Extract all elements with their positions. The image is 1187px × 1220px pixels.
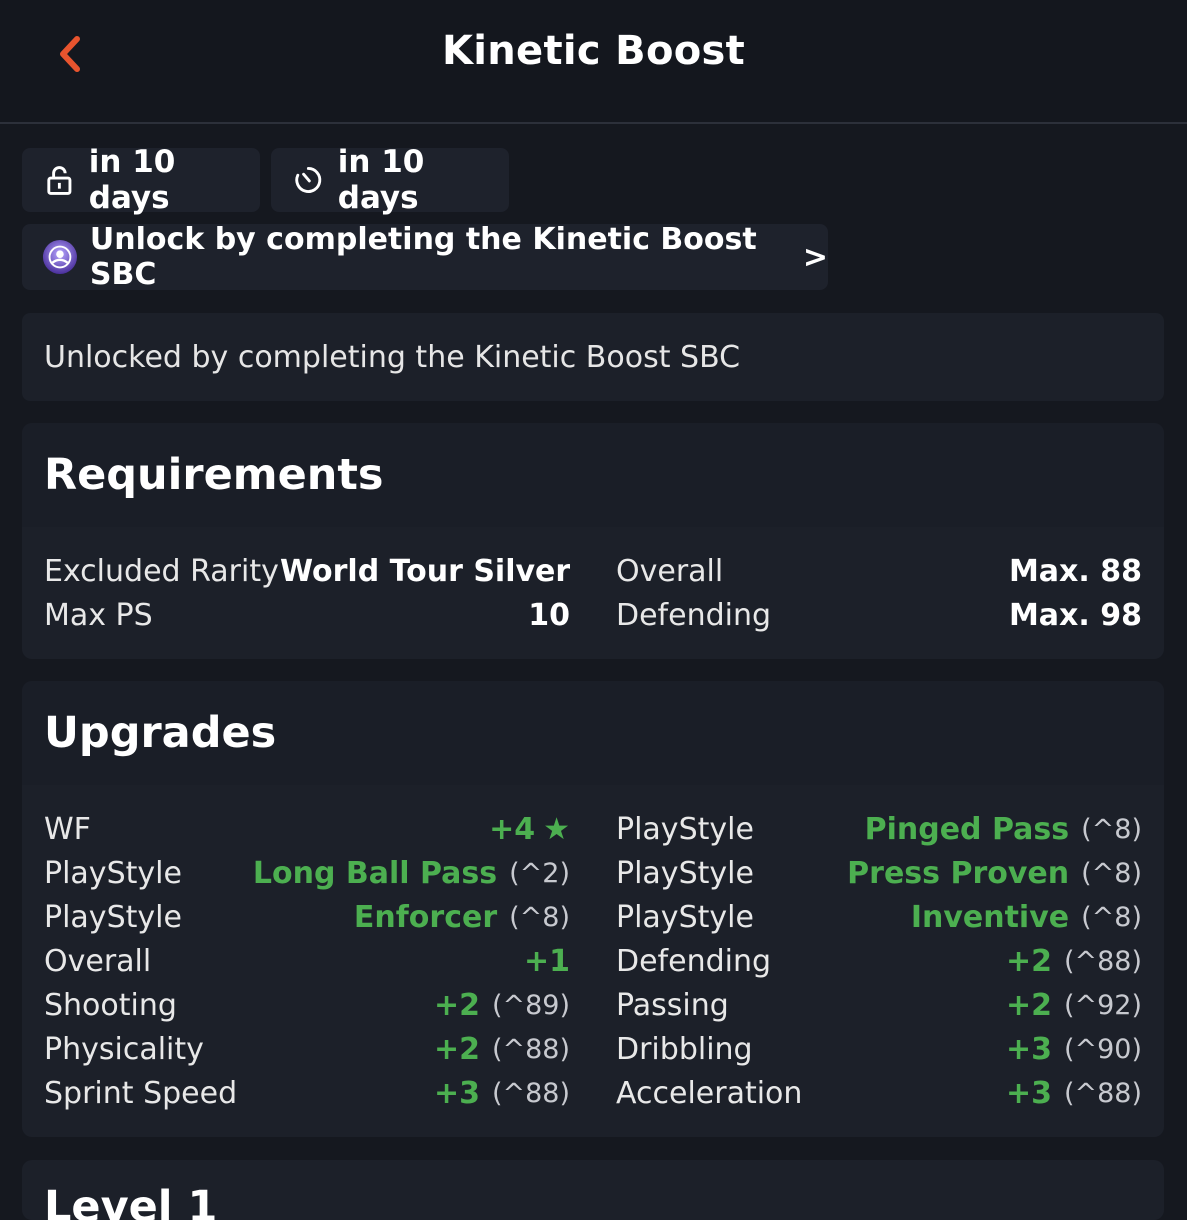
upgrade-value: +3 (1005, 1075, 1052, 1111)
requirement-row: Max PS 10 (44, 593, 570, 637)
level-card: Level 1 (22, 1160, 1164, 1220)
upgrade-cap: (^88) (1063, 1077, 1142, 1109)
description-panel: Unlocked by completing the Kinetic Boost… (22, 313, 1164, 401)
upgrade-cap: (^90) (1063, 1033, 1142, 1065)
upgrade-label: Dribbling (616, 1031, 753, 1067)
page-title: Kinetic Boost (441, 28, 746, 74)
top-bar: Kinetic Boost (0, 0, 1187, 124)
upgrade-label: PlayStyle (616, 855, 754, 891)
upgrade-label: Sprint Speed (44, 1075, 238, 1111)
upgrade-cap: (^8) (1081, 901, 1142, 933)
requirement-value: World Tour Silver S (280, 553, 570, 589)
upgrade-label: Overall (44, 943, 152, 979)
timer-icon (295, 167, 322, 193)
upgrade-value: Press Proven (847, 855, 1070, 891)
requirement-label: Defending (616, 597, 772, 633)
upgrade-label: WF (44, 811, 91, 847)
upgrade-value: +2 (433, 987, 480, 1023)
upgrade-row: Shooting +2 (^89) (44, 983, 570, 1027)
upgrade-row: Passing +2 (^92) (616, 983, 1142, 1027)
upgrade-value: +4 (489, 811, 536, 847)
level-title: Level 1 (44, 1182, 218, 1220)
sbc-badge-icon (42, 239, 77, 275)
upgrade-row: PlayStyle Inventive (^8) (616, 895, 1142, 939)
requirement-value: Max. 88 (1008, 553, 1142, 589)
upgrade-row: Overall +1 (44, 939, 570, 983)
upgrade-row: WF +4 ★ (44, 807, 570, 851)
upgrade-label: PlayStyle (44, 855, 182, 891)
requirement-label: Max PS (44, 597, 153, 633)
upgrade-cap: (^88) (491, 1077, 570, 1109)
upgrade-value: +1 (523, 943, 570, 979)
upgrades-title: Upgrades (22, 681, 1164, 785)
requirement-value: 10 (528, 597, 570, 633)
upgrade-label: PlayStyle (44, 899, 182, 935)
upgrade-label: Shooting (44, 987, 177, 1023)
upgrade-row: PlayStyle Pinged Pass (^8) (616, 807, 1142, 851)
requirement-row: Overall Max. 88 (616, 549, 1142, 593)
requirements-card: Requirements Excluded Rarity World Tour … (22, 423, 1164, 659)
upgrade-row: Defending +2 (^88) (616, 939, 1142, 983)
upgrade-cap: (^8) (509, 901, 570, 933)
upgrade-label: Physicality (44, 1031, 204, 1067)
upgrade-label: Defending (616, 943, 772, 979)
sbc-link-label: Unlock by completing the Kinetic Boost S… (89, 222, 757, 292)
upgrade-label: Passing (616, 987, 729, 1023)
upgrade-value: +2 (1005, 943, 1052, 979)
upgrade-value: Inventive (910, 899, 1070, 935)
expiry-timer-chip: in 10 days (271, 144, 509, 216)
upgrade-cap: (^92) (1063, 989, 1142, 1021)
requirement-row: Defending Max. 98 (616, 593, 1142, 637)
upgrade-row: Sprint Speed +3 (^88) (44, 1071, 570, 1115)
upgrade-row: PlayStyle Long Ball Pass (^2) (44, 851, 570, 895)
requirements-title: Requirements (22, 423, 1164, 527)
upgrade-label: PlayStyle (616, 811, 754, 847)
star-icon: ★ (543, 811, 570, 847)
unlock-timer-chip: in 10 days (22, 144, 260, 216)
upgrade-label: Acceleration (616, 1075, 803, 1111)
upgrade-value: Enforcer (353, 899, 498, 935)
requirement-label: Excluded Rarity (44, 553, 279, 589)
upgrade-row: PlayStyle Enforcer (^8) (44, 895, 570, 939)
upgrade-value: +3 (433, 1075, 480, 1111)
chevron-right-icon: > (802, 239, 828, 275)
upgrade-cap: (^89) (491, 989, 570, 1021)
upgrade-value: +2 (433, 1031, 480, 1067)
lock-open-icon (47, 166, 72, 195)
upgrade-cap: (^8) (1081, 857, 1142, 889)
unlock-chip-label: in 10 days (88, 144, 176, 216)
upgrade-value: Pinged Pass (864, 811, 1070, 847)
upgrade-cap: (^2) (509, 857, 570, 889)
timer-chip-label: in 10 days (337, 144, 425, 216)
upgrade-row: Acceleration +3 (^88) (616, 1071, 1142, 1115)
upgrade-label: PlayStyle (616, 899, 754, 935)
upgrade-row: PlayStyle Press Proven (^8) (616, 851, 1142, 895)
upgrade-cap: (^8) (1081, 813, 1142, 845)
requirement-label: Overall (616, 553, 724, 589)
sbc-link-button[interactable]: Unlock by completing the Kinetic Boost S… (22, 222, 828, 292)
upgrade-row: Physicality +2 (^88) (44, 1027, 570, 1071)
requirement-value: Max. 98 (1008, 597, 1142, 633)
upgrade-row: Dribbling +3 (^90) (616, 1027, 1142, 1071)
requirement-row: Excluded Rarity World Tour Silver S (44, 549, 570, 593)
upgrade-value: +2 (1005, 987, 1052, 1023)
upgrade-value: +3 (1005, 1031, 1052, 1067)
description-text: Unlocked by completing the Kinetic Boost… (44, 339, 741, 375)
upgrade-value: Long Ball Pass (252, 855, 498, 891)
upgrades-card: Upgrades WF +4 ★ PlayStyle Long Ball Pass… (22, 681, 1164, 1137)
upgrade-cap: (^88) (491, 1033, 570, 1065)
upgrade-cap: (^88) (1063, 945, 1142, 977)
